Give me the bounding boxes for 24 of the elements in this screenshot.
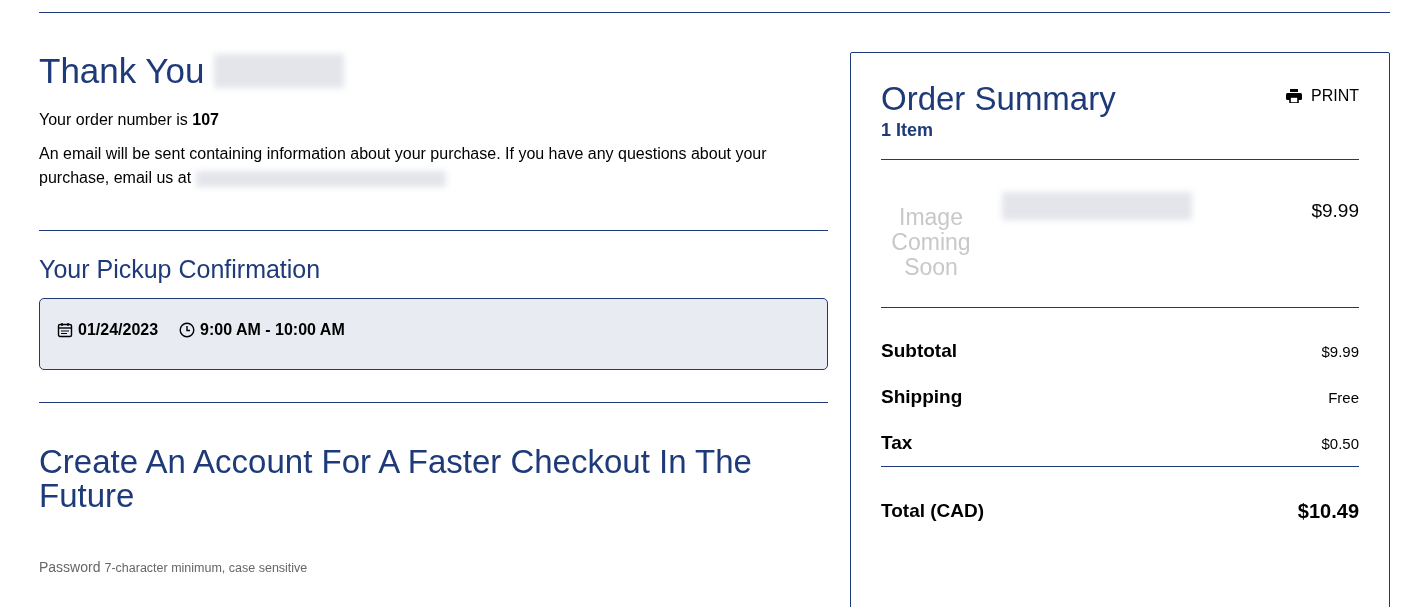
summary-label: Tax (881, 432, 913, 454)
pickup-date: 01/24/2023 (78, 321, 159, 339)
summary-label: Shipping (881, 386, 963, 408)
thank-you-heading: Thank You (39, 52, 205, 89)
order-summary-heading: Order Summary (881, 79, 1116, 119)
print-button[interactable]: PRINT (1286, 79, 1359, 105)
order-number-text: Your order number is 107 (39, 110, 220, 130)
item-count: 1 Item (881, 119, 935, 141)
password-label: Password (39, 559, 101, 575)
summary-value: Free (1328, 388, 1359, 406)
calendar-icon (57, 322, 73, 338)
email-notice-text: An email will be sent containing information about your purchase. If you have any questions about your purchase, email us at (39, 144, 768, 189)
summary-label: Subtotal (881, 340, 957, 362)
total-label: Total (CAD) (881, 500, 985, 522)
password-hint: 7-character minimum, case sensitive (104, 561, 308, 575)
clock-icon (179, 322, 196, 338)
pickup-time: 9:00 AM - 10:00 AM (200, 321, 345, 339)
pickup-heading: Your Pickup Confirmation (39, 254, 322, 284)
total-value: $10.49 (1297, 499, 1359, 523)
printer-icon (1286, 89, 1302, 103)
summary-value: $0.50 (1321, 434, 1359, 452)
summary-value: $9.99 (1321, 342, 1359, 360)
item-price: $9.99 (1311, 200, 1359, 222)
create-account-heading: Create An Account For A Faster Checkout In The Future (39, 445, 753, 513)
